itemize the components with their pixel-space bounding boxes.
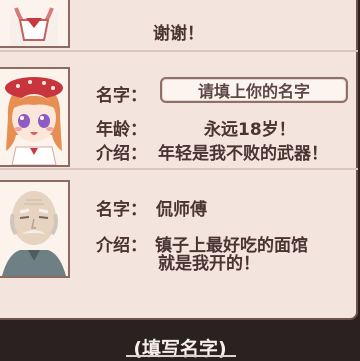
- player-age-label: 年龄：: [96, 120, 147, 140]
- top-portrait: [0, 0, 70, 48]
- player-name-input[interactable]: 请填上你的名字: [160, 77, 348, 103]
- npc-name-value: 侃师傅: [156, 200, 207, 220]
- row-divider-1: [0, 50, 358, 52]
- old-man-avatar-icon: [0, 182, 68, 276]
- player-portrait: [0, 67, 70, 167]
- girl-portrait-partial-icon: [0, 0, 68, 46]
- dialog-panel: 谢谢！ 名字： 请填上你的名字 年龄： 永远18岁！ 介绍： 年轻是我不败的武器…: [0, 0, 358, 320]
- player-intro-label: 介绍：: [96, 144, 147, 164]
- npc-intro-label: 介绍：: [96, 236, 147, 256]
- player-intro-value: 年轻是我不败的武器！: [158, 144, 328, 164]
- footer-underline: [126, 355, 236, 357]
- girl-avatar-icon: [0, 69, 68, 165]
- row-divider-2: [0, 168, 358, 170]
- thanks-message: 谢谢！: [153, 24, 204, 44]
- npc-name-label: 名字：: [96, 200, 147, 220]
- npc-portrait: [0, 180, 70, 278]
- player-name-label: 名字：: [96, 86, 147, 106]
- npc-intro-line2: 就是我开的！: [158, 254, 260, 274]
- player-age-value: 永远18岁！: [204, 120, 296, 140]
